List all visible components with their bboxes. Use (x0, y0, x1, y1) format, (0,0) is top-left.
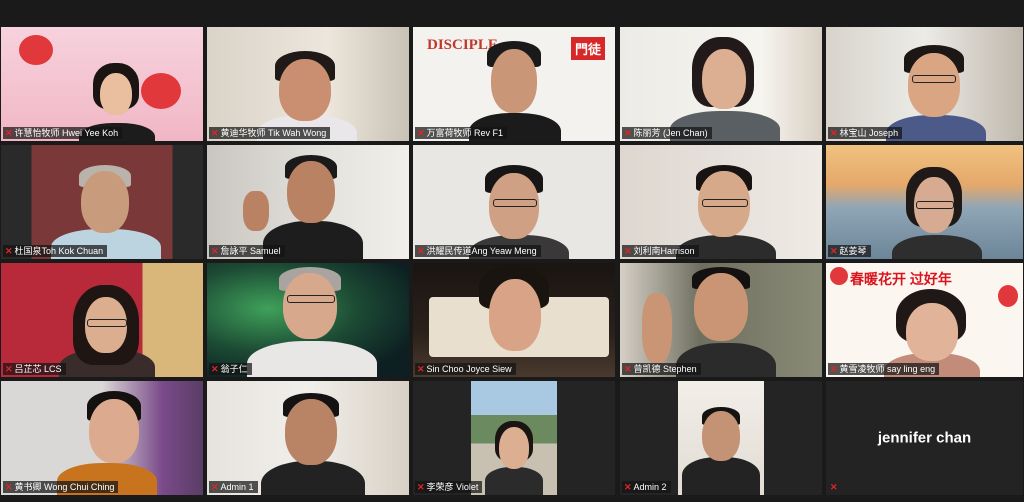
muted-mic-icon: ✕ (417, 246, 425, 256)
participant-tile[interactable]: ✕ 陈丽芳 (Jen Chan) (620, 27, 822, 141)
participant-face (89, 399, 139, 463)
lantern-decoration (141, 73, 181, 109)
participant-name-label: ✕ 万富荷牧师 Rev F1 (415, 127, 508, 139)
muted-mic-icon: ✕ (417, 364, 425, 374)
lantern-decoration (19, 35, 53, 65)
participant-video (485, 467, 543, 495)
muted-mic-icon: ✕ (5, 364, 13, 374)
participant-face (499, 427, 529, 469)
participant-name-label: ✕ 杜国泉Toh Kok Chuan (3, 245, 108, 257)
participant-display-name: jennifer chan (877, 429, 972, 447)
glasses (912, 75, 956, 83)
participant-face (906, 303, 958, 361)
participant-tile[interactable]: ✕ 许慧怡牧师 Hwei Yee Koh (1, 27, 203, 141)
gallery-view: ✕ 许慧怡牧师 Hwei Yee Koh ✕ 黄迪华牧师 Tik Wah Wong … (0, 0, 1024, 502)
participant-name-label: ✕ 曾凯德 Stephen (622, 363, 701, 375)
participant-tile[interactable]: ✕ 刘利南Harrison (620, 145, 822, 259)
participant-face (287, 161, 335, 223)
muted-mic-icon: ✕ (417, 128, 425, 138)
muted-mic-icon: ✕ (5, 246, 13, 256)
muted-mic-icon: ✕ (211, 364, 219, 374)
muted-mic-icon: ✕ (830, 246, 838, 256)
glasses (493, 199, 537, 207)
participant-face (283, 273, 337, 339)
lantern-decoration (998, 285, 1018, 307)
participant-tile[interactable]: ✕ 黄书卿 Wong Chui Ching (1, 381, 203, 495)
participant-tile[interactable]: ✕ Sin Choo Joyce Siew (413, 263, 615, 377)
glasses (916, 201, 954, 209)
disciple-chinese-logo: 門徒 (570, 37, 605, 60)
participant-tile[interactable]: ✕ 赵姜琴 (826, 145, 1023, 259)
participant-tile[interactable]: ✕ 洪耀民传道Ang Yeaw Meng (413, 145, 615, 259)
participant-tile[interactable]: ✕ 曾凯德 Stephen (620, 263, 822, 377)
participant-name-label: ✕ 吕芷芯 LCS (3, 363, 66, 375)
muted-mic-icon: ✕ (624, 246, 632, 256)
active-speaker-tile[interactable]: DISCIPLE 門徒 ✕ 万富荷牧师 Rev F1 (413, 27, 615, 141)
participant-tile[interactable]: ✕ 黄迪华牧师 Tik Wah Wong (207, 27, 409, 141)
participant-tile[interactable]: ✕ Admin 1 (207, 381, 409, 495)
participant-name-label: ✕ Sin Choo Joyce Siew (415, 363, 516, 375)
lantern-decoration (830, 267, 848, 285)
participant-name-label: ✕ (828, 481, 842, 493)
glasses (702, 199, 748, 207)
glasses (287, 295, 335, 303)
participant-tile[interactable]: ✕ 林宝山 Joseph (826, 27, 1023, 141)
muted-mic-icon: ✕ (417, 482, 425, 492)
participant-video (261, 461, 365, 495)
participant-name-label: ✕ 赵姜琴 (828, 245, 871, 257)
thumbs-up-hand (243, 191, 269, 231)
participant-name-label: ✕ 许慧怡牧师 Hwei Yee Koh (3, 127, 123, 139)
participant-video (682, 457, 760, 495)
participant-face (489, 279, 541, 351)
participant-face (491, 49, 537, 113)
muted-mic-icon: ✕ (624, 482, 632, 492)
muted-mic-icon: ✕ (830, 128, 838, 138)
participant-arm (642, 293, 672, 363)
participant-video (892, 235, 982, 259)
muted-mic-icon: ✕ (830, 482, 838, 492)
glasses (87, 319, 127, 327)
participant-tile[interactable]: 春暖花开 过好年 ✕ 黄雪凌牧师 say ling eng (826, 263, 1023, 377)
participant-tile[interactable]: ✕ Admin 2 (620, 381, 822, 495)
participant-face (702, 411, 740, 461)
muted-mic-icon: ✕ (5, 482, 13, 492)
muted-mic-icon: ✕ (211, 246, 219, 256)
muted-mic-icon: ✕ (211, 482, 219, 492)
participant-tile-video-off[interactable]: jennifer chan ✕ (826, 381, 1023, 495)
participant-name-label: ✕ 刘利南Harrison (622, 245, 699, 257)
participant-tile[interactable]: ✕ 杜国泉Toh Kok Chuan (1, 145, 203, 259)
muted-mic-icon: ✕ (624, 128, 632, 138)
participant-name-label: ✕ 翁子仁 (209, 363, 252, 375)
participant-name-label: ✕ Admin 1 (209, 481, 258, 493)
participant-name-label: ✕ 詹詠平 Samuel (209, 245, 285, 257)
participant-face (279, 59, 331, 121)
muted-mic-icon: ✕ (624, 364, 632, 374)
participant-name-label: ✕ Admin 2 (622, 481, 671, 493)
participant-tile[interactable]: ✕ 李荣彦 Violet (413, 381, 615, 495)
participant-tile[interactable]: ✕ 詹詠平 Samuel (207, 145, 409, 259)
participant-face (81, 171, 129, 233)
participant-face (702, 49, 746, 109)
participant-name-label: ✕ 洪耀民传道Ang Yeaw Meng (415, 245, 541, 257)
participant-face (908, 53, 960, 117)
participant-name-label: ✕ 李荣彦 Violet (415, 481, 483, 493)
participant-tile[interactable]: ✕ 翁子仁 (207, 263, 409, 377)
new-year-banner: 春暖花开 过好年 (850, 271, 952, 287)
participant-face (694, 273, 748, 341)
muted-mic-icon: ✕ (5, 128, 13, 138)
muted-mic-icon: ✕ (830, 364, 838, 374)
participant-video (247, 341, 377, 377)
muted-mic-icon: ✕ (211, 128, 219, 138)
participant-face (285, 399, 337, 465)
participant-tile[interactable]: ✕ 吕芷芯 LCS (1, 263, 203, 377)
participant-name-label: ✕ 陈丽芳 (Jen Chan) (622, 127, 712, 139)
participant-name-label: ✕ 黄书卿 Wong Chui Ching (3, 481, 119, 493)
participant-name-label: ✕ 林宝山 Joseph (828, 127, 903, 139)
participant-name-label: ✕ 黄雪凌牧师 say ling eng (828, 363, 940, 375)
participant-name-label: ✕ 黄迪华牧师 Tik Wah Wong (209, 127, 331, 139)
